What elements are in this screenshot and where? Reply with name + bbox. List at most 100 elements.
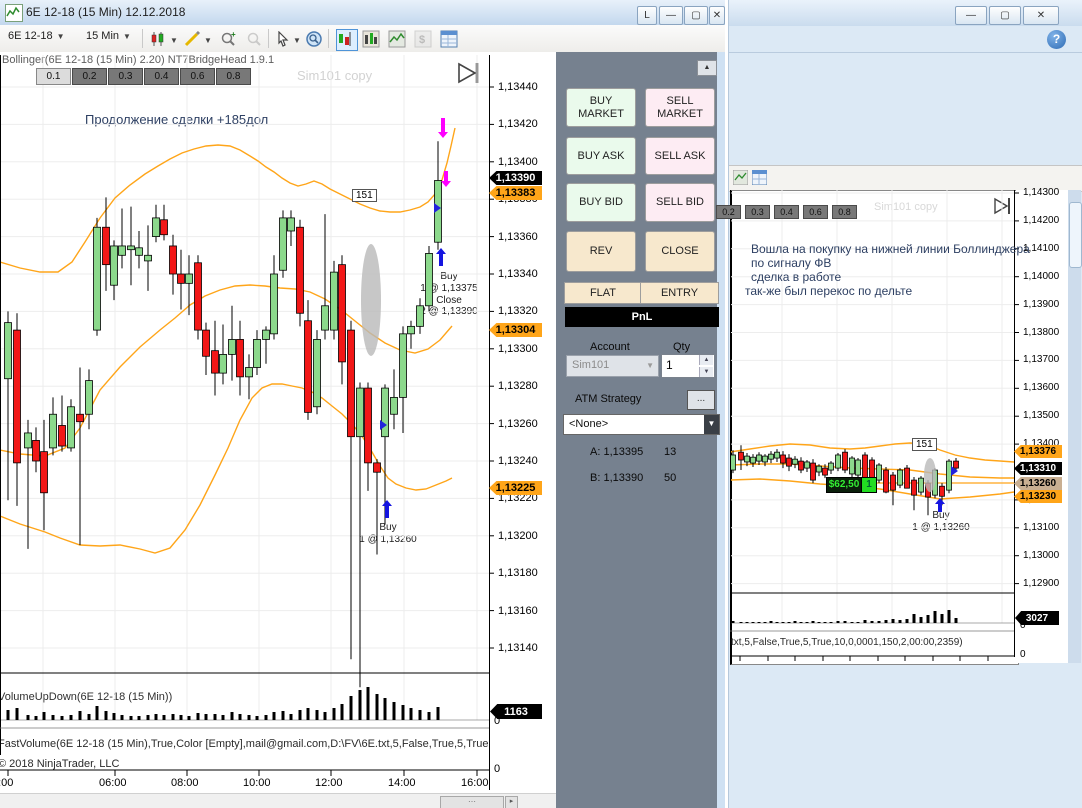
bar-number-label: 151: [352, 189, 377, 202]
price-tag-1,13390: 1,13390: [489, 171, 542, 185]
atm-strategy-select[interactable]: <None> ▼: [563, 414, 720, 435]
volume-zero-label: 0: [1020, 620, 1026, 631]
delta-button-0.4[interactable]: 0.4: [774, 205, 799, 219]
price-axis-label: 1,13300: [498, 342, 538, 355]
buy-ask-button[interactable]: BUY ASK: [566, 137, 636, 175]
delta-button-0.2[interactable]: 0.2: [72, 68, 107, 85]
buy-bid-button[interactable]: BUY BID: [566, 183, 636, 222]
chart-trader-panel: ▲ BUY MARKET SELL MARKET BUY ASK SELL AS…: [556, 52, 720, 808]
pnl-value-box: $62,50: [826, 477, 862, 493]
time-axis-label: 12:00: [315, 777, 343, 789]
panel-scroll-up-button[interactable]: ▲: [697, 60, 717, 76]
app-icon: [5, 4, 23, 22]
main-chart-area[interactable]: [0, 52, 556, 793]
minimize-button[interactable]: —: [955, 6, 987, 25]
atm-more-button[interactable]: ...: [687, 390, 715, 410]
price-tag-1,13310: 1,13310: [1014, 462, 1062, 475]
delta-button-0.3[interactable]: 0.3: [108, 68, 143, 85]
chart-trader-icon[interactable]: [336, 29, 358, 51]
price-axis-label: 1,13200: [498, 529, 538, 542]
delta-button-0.3[interactable]: 0.3: [745, 205, 770, 219]
help-button[interactable]: ?: [1047, 30, 1066, 49]
atm-strategy-label: ATM Strategy: [575, 393, 642, 405]
qty-up-icon[interactable]: ▲: [699, 355, 713, 365]
horizontal-scrollbar[interactable]: ⋯ ▸: [0, 793, 556, 808]
vertical-scrollbar[interactable]: [1068, 190, 1082, 663]
qty-value: 1: [666, 358, 673, 372]
bid-size: 50: [664, 472, 677, 484]
price-axis-label: 1,13000: [1023, 549, 1060, 561]
price-axis-label: 1,14000: [1023, 270, 1060, 282]
price-tag-1,13383: 1,13383: [489, 186, 542, 200]
scrollbar-handle[interactable]: ⋯: [440, 796, 504, 808]
account-select[interactable]: Sim101 ▼: [566, 355, 659, 377]
main-window-titlebar[interactable]: 6E 12-18 (15 Min) 12.12.2018 L — ▢ ✕: [0, 0, 725, 26]
qty-stepper[interactable]: 1 ▲ ▼: [661, 354, 715, 378]
price-axis-label: 1,14300: [1023, 187, 1060, 198]
close-button[interactable]: ✕: [709, 6, 725, 25]
price-axis-label: 1,13180: [498, 567, 538, 580]
param-text: txt,5,False,True,5,True,10,0,0001,150,2,…: [731, 637, 963, 648]
account-label: Account: [590, 341, 630, 353]
right-window: — ▢ ✕ ?: [728, 0, 1082, 808]
scrollbar-thumb[interactable]: [1069, 202, 1082, 268]
delta-button-0.6[interactable]: 0.6: [180, 68, 215, 85]
pnl-qty-box: 1: [861, 477, 877, 493]
price-axis-label: 1,13700: [1023, 354, 1060, 366]
price-axis-label: 1,14200: [1023, 214, 1060, 226]
flat-button[interactable]: FLAT: [564, 282, 642, 304]
buy-market-button[interactable]: BUY MARKET: [566, 88, 636, 127]
indicator-label: Bollinger(6E 12-18 (15 Min) 2.20) NT7Bri…: [2, 54, 275, 66]
price-axis-label: 1,13100: [1023, 521, 1060, 533]
trade-annotation: Продолжение сделки +185дол: [85, 112, 269, 127]
price-axis-label: 1,14100: [1023, 242, 1060, 254]
price-axis-label: 1,13440: [498, 81, 538, 93]
price-axis-label: 1,13140: [498, 642, 538, 654]
sell-bid-button[interactable]: SELL BID: [645, 183, 715, 222]
price-axis-label: 1,13240: [498, 455, 538, 467]
price-axis-label: 1,13900: [1023, 298, 1060, 310]
delta-button-0.1[interactable]: 0.1: [36, 68, 71, 85]
right-window-titlebar[interactable]: — ▢ ✕: [729, 0, 1082, 26]
fastvolume-zero-label: 0: [494, 763, 501, 775]
interval-dropdown[interactable]: 15 Min ▼: [86, 30, 131, 42]
close-button-panel[interactable]: CLOSE: [645, 231, 715, 272]
delta-button-0.2[interactable]: 0.2: [716, 205, 741, 219]
delta-button-0.6[interactable]: 0.6: [803, 205, 828, 219]
trade-label-upper: Buy 1 @ 1,13375 Close 2 @ 1,13390: [420, 271, 478, 318]
svg-text:$: $: [419, 34, 425, 46]
qty-down-icon[interactable]: ▼: [699, 367, 713, 377]
sell-ask-button[interactable]: SELL ASK: [645, 137, 715, 175]
delta-button-0.8[interactable]: 0.8: [216, 68, 251, 85]
close-button[interactable]: ✕: [1023, 6, 1059, 25]
maximize-button[interactable]: ▢: [684, 6, 708, 25]
note-line: по сигналу ФВ: [751, 256, 832, 270]
price-tag-1,13304: 1,13304: [489, 323, 542, 337]
price-tag-1,13260: 1,13260: [1014, 477, 1062, 490]
main-window-title: 6E 12-18 (15 Min) 12.12.2018: [26, 5, 186, 19]
chevron-down-icon[interactable]: ▼: [204, 36, 212, 45]
price-axis-label: 1,13320: [498, 305, 538, 318]
interval-label: 15 Min: [86, 30, 120, 42]
bottom-zero-label: 0: [1020, 649, 1026, 660]
sell-market-button[interactable]: SELL MARKET: [645, 88, 715, 127]
chevron-down-icon[interactable]: ▼: [293, 36, 301, 45]
ask-price-row: A: 1,13395: [590, 446, 644, 458]
scrollbar-arrow-button[interactable]: ▸: [505, 796, 518, 808]
rev-button[interactable]: REV: [566, 231, 636, 272]
price-tag-1,13230: 1,13230: [1014, 490, 1062, 503]
price-axis-label: 1,13420: [498, 118, 538, 131]
trade-label-right: Buy 1 @ 1,13260: [912, 510, 970, 533]
link-button[interactable]: L: [637, 6, 657, 25]
maximize-button[interactable]: ▢: [989, 6, 1021, 25]
entry-button[interactable]: ENTRY: [640, 282, 719, 304]
delta-button-0.8[interactable]: 0.8: [832, 205, 857, 219]
minimize-button[interactable]: —: [659, 6, 683, 25]
instrument-dropdown[interactable]: 6E 12-18 ▼: [8, 30, 65, 42]
bar-number-label: 151: [912, 438, 937, 451]
price-axis-label: 1,13280: [498, 380, 538, 393]
account-value: Sim101: [572, 359, 610, 371]
delta-button-0.4[interactable]: 0.4: [144, 68, 179, 85]
main-toolbar: 6E 12-18 ▼ 15 Min ▼ ▼ ▼ + ▼ $: [0, 25, 725, 53]
chevron-down-icon[interactable]: ▼: [170, 36, 178, 45]
